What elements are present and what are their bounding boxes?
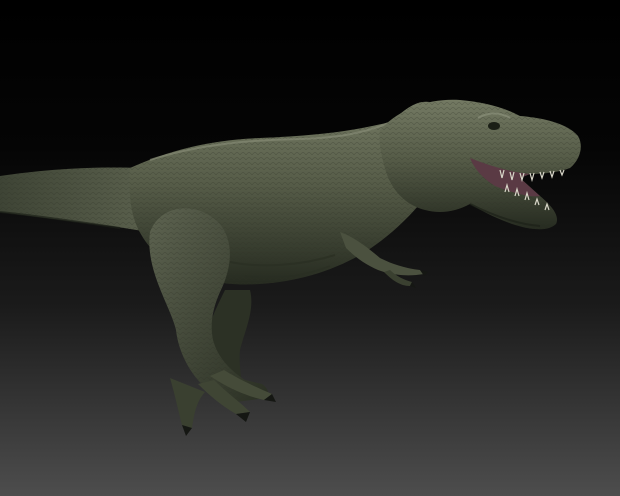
eye	[488, 122, 500, 130]
t-rex-model	[0, 99, 581, 436]
render-viewport	[0, 0, 620, 496]
arm	[340, 232, 428, 288]
